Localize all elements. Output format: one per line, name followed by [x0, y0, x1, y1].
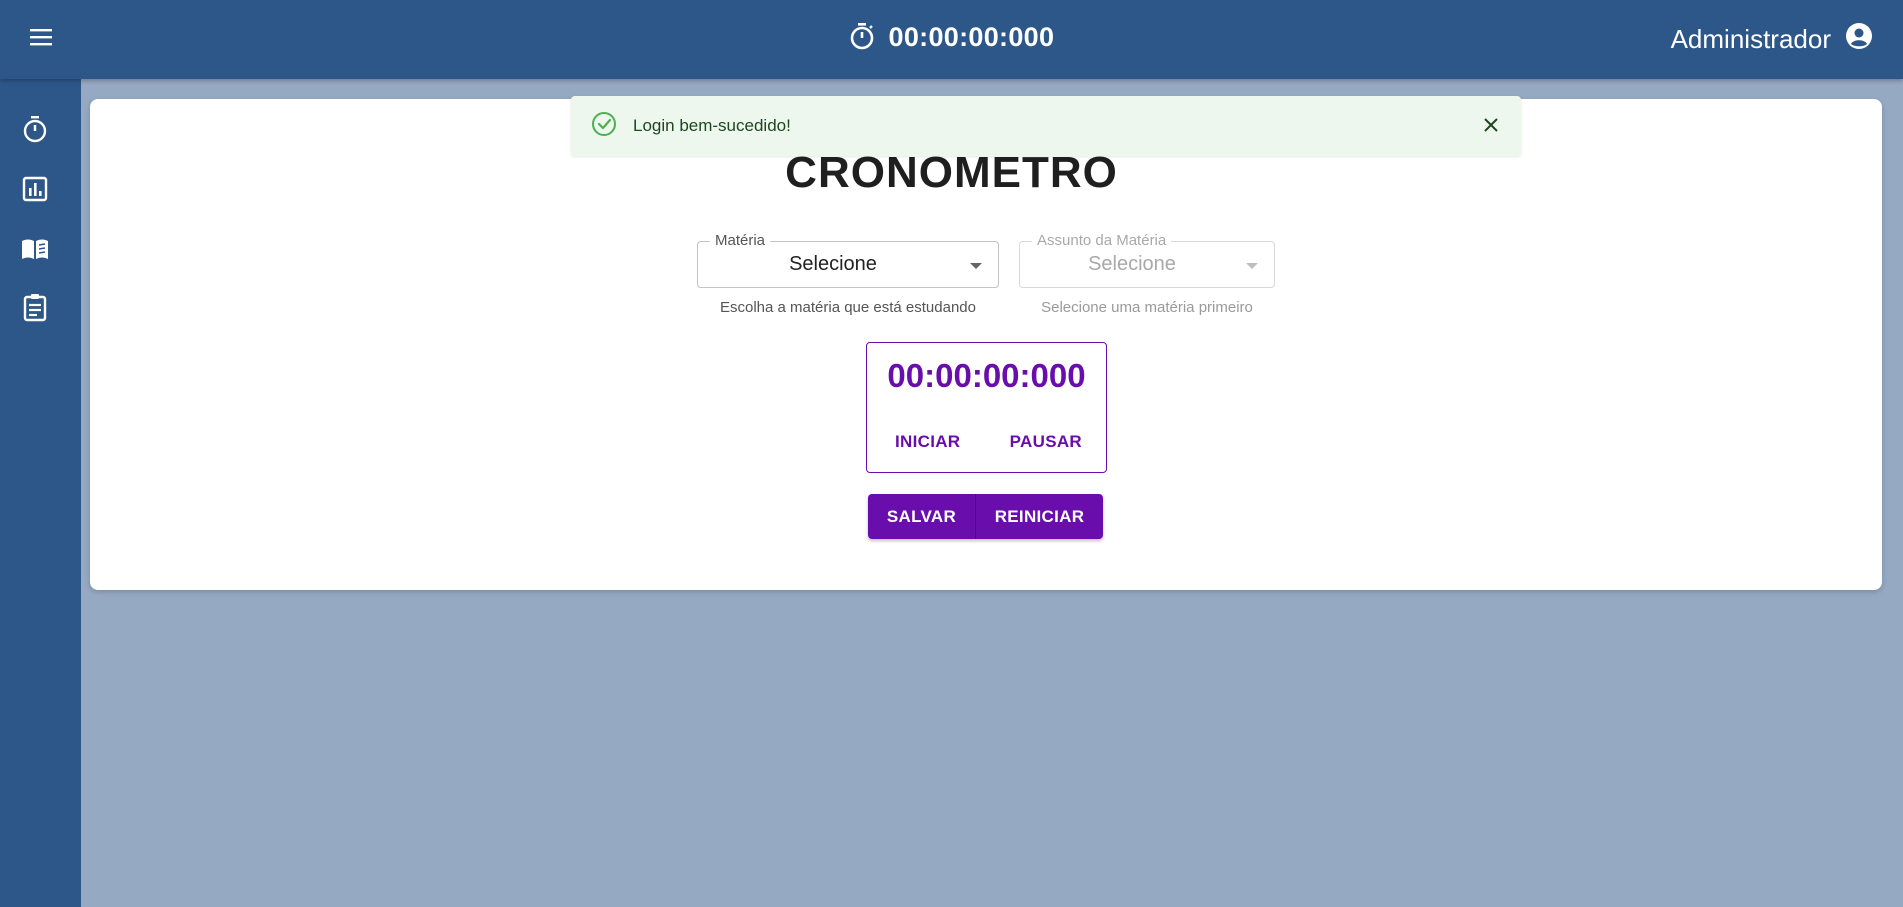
sidebar-item-stopwatch[interactable] [20, 114, 50, 144]
stopwatch-icon [849, 22, 889, 52]
sidebar [0, 79, 81, 907]
toast-message: Login bem-sucedido! [633, 116, 791, 135]
topic-helper-text: Selecione uma matéria primeiro [1041, 299, 1253, 316]
account-circle-icon[interactable] [1845, 22, 1873, 57]
app-bar: 00:00:00:000 Administrador [0, 0, 1903, 79]
success-toast: Login bem-sucedido! [571, 96, 1521, 156]
reset-button[interactable]: REINICIAR [976, 494, 1103, 539]
chart-icon [20, 176, 50, 208]
dropdown-arrow-icon [1246, 263, 1258, 269]
sidebar-item-subjects[interactable] [20, 234, 50, 264]
user-name: Administrador [1670, 24, 1831, 54]
sidebar-item-tasks[interactable] [20, 292, 50, 322]
header-timer: 00:00:00:000 [0, 22, 1903, 53]
stopwatch-panel: 00:00:00:000 INICIAR PAUSAR [866, 342, 1107, 473]
stopwatch-display: 00:00:00:000 [887, 357, 1086, 394]
pause-button[interactable]: PAUSAR [1004, 431, 1088, 453]
action-button-group: SALVAR REINICIAR [868, 494, 1103, 539]
subject-helper-text: Escolha a matéria que está estudando [719, 299, 976, 316]
subject-select-value: Selecione [789, 253, 877, 275]
header-timer-value: 00:00:00:000 [888, 22, 1055, 52]
save-button[interactable]: SALVAR [868, 494, 976, 539]
close-icon[interactable] [1479, 113, 1503, 137]
subject-select[interactable]: Matéria Selecione [697, 232, 999, 288]
topic-select[interactable]: Assunto da Matéria Selecione [1019, 232, 1275, 288]
clipboard-icon [20, 294, 50, 326]
topic-select-value: Selecione [1088, 253, 1176, 275]
topic-select-label: Assunto da Matéria [1032, 232, 1172, 249]
start-button[interactable]: INICIAR [889, 431, 966, 453]
subject-select-label: Matéria [710, 232, 771, 249]
check-circle-icon [591, 111, 617, 142]
sidebar-item-reports[interactable] [20, 174, 50, 204]
stopwatch-icon [20, 116, 50, 148]
dropdown-arrow-icon [970, 263, 982, 269]
user-menu[interactable]: Administrador [1671, 22, 1873, 57]
book-icon [20, 239, 50, 268]
